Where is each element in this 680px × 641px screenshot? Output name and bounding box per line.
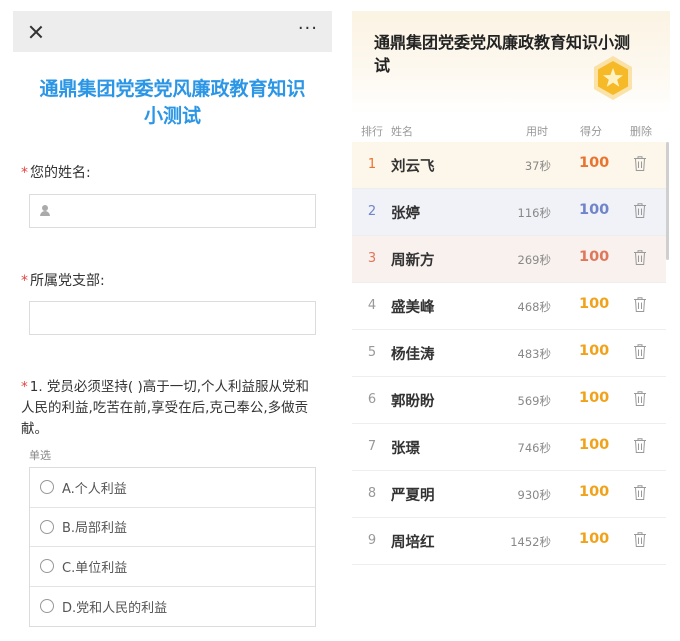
trash-icon[interactable] (633, 437, 647, 454)
row-rank: 2 (367, 204, 377, 219)
row-time: 116秒 (517, 206, 551, 220)
table-row: 8 严夏明 930秒 100 (352, 471, 666, 518)
row-rank: 9 (367, 533, 377, 548)
table-row: 9 周培红 1452秒 100 (352, 518, 666, 565)
table-row: 6 郭盼盼 569秒 100 (352, 377, 666, 424)
table-row: 3 周新方 269秒 100 (352, 236, 666, 283)
row-time: 569秒 (517, 394, 551, 408)
question-text: * 1. 党员必须坚持( )高于一切,个人利益服从党和人民的利益,吃苦在前,享受在… (21, 379, 310, 437)
medal-star-icon (594, 56, 632, 100)
row-score: 100 (579, 343, 610, 359)
table-row: 5 杨佳涛 483秒 100 (352, 330, 666, 377)
question-type-label: 单选 (29, 449, 51, 462)
row-score: 100 (579, 249, 610, 265)
col-name: 姓名 (391, 125, 413, 138)
row-score: 100 (579, 484, 610, 500)
table-row: 1 刘云飞 37秒 100 (352, 142, 666, 189)
table-header: 排行 姓名 用时 得分 删除 (352, 119, 670, 141)
option-a[interactable]: A.个人利益 (30, 468, 315, 508)
row-score: 100 (579, 202, 610, 218)
row-score: 100 (579, 531, 610, 547)
trash-icon[interactable] (633, 390, 647, 407)
row-time: 483秒 (517, 347, 551, 361)
row-time: 1452秒 (510, 535, 551, 549)
row-rank: 7 (367, 439, 377, 454)
more-icon[interactable]: ··· (298, 20, 318, 38)
row-rank: 5 (367, 345, 377, 360)
leaderboard-panel: 通鼎集团党委党风廉政教育知识小测试 排行 姓名 用时 得分 删除 1 刘云飞 3… (352, 11, 670, 641)
table-row: 4 盛美峰 468秒 100 (352, 283, 666, 330)
trash-icon[interactable] (633, 484, 647, 501)
radio-icon[interactable] (40, 559, 54, 574)
row-score: 100 (579, 390, 610, 406)
row-score: 100 (579, 437, 610, 453)
row-rank: 4 (367, 298, 377, 313)
row-rank: 3 (367, 251, 377, 266)
branch-input[interactable] (29, 301, 316, 335)
row-name: 郭盼盼 (391, 394, 435, 410)
row-name: 盛美峰 (391, 300, 435, 316)
table-row: 2 张婷 116秒 100 (352, 189, 666, 236)
scrollbar[interactable] (666, 142, 669, 260)
trash-icon[interactable] (633, 531, 647, 548)
radio-icon[interactable] (40, 519, 54, 534)
trash-icon[interactable] (633, 202, 647, 219)
name-input[interactable] (29, 194, 316, 228)
trash-icon[interactable] (633, 249, 647, 266)
row-name: 张璟 (391, 441, 420, 457)
radio-icon[interactable] (40, 480, 54, 495)
row-name: 周培红 (391, 535, 435, 551)
col-delete: 删除 (630, 125, 652, 138)
leaderboard-header: 通鼎集团党委党风廉政教育知识小测试 (352, 11, 670, 114)
name-field-label: * 您的姓名: (21, 165, 91, 181)
row-name: 张婷 (391, 206, 420, 222)
row-name: 严夏明 (391, 488, 435, 504)
trash-icon[interactable] (633, 155, 647, 172)
row-score: 100 (579, 155, 610, 171)
row-time: 269秒 (517, 253, 551, 267)
options-list: A.个人利益 B.局部利益 C.单位利益 D.党和人民的利益 (29, 467, 316, 627)
option-c[interactable]: C.单位利益 (30, 547, 315, 587)
close-icon[interactable] (27, 23, 45, 41)
row-name: 刘云飞 (391, 159, 435, 175)
row-time: 468秒 (517, 300, 551, 314)
row-rank: 1 (367, 157, 377, 172)
row-name: 周新方 (391, 253, 435, 269)
row-time: 37秒 (524, 159, 551, 173)
row-score: 100 (579, 296, 610, 312)
trash-icon[interactable] (633, 296, 647, 313)
leaderboard-rows: 1 刘云飞 37秒 100 2 张婷 116秒 100 3 周新方 269秒 1… (352, 142, 666, 565)
radio-icon[interactable] (40, 599, 54, 614)
row-time: 930秒 (517, 488, 551, 502)
required-mark: * (21, 273, 28, 289)
col-time: 用时 (526, 125, 548, 138)
required-mark: * (21, 165, 28, 181)
col-score: 得分 (580, 125, 602, 138)
row-time: 746秒 (517, 441, 551, 455)
row-rank: 6 (367, 392, 377, 407)
required-mark: * (21, 379, 28, 395)
branch-field-label: * 所属党支部: (21, 273, 105, 289)
quiz-form-panel: ··· 通鼎集团党委党风廉政教育知识小测试 * 您的姓名: * 所属党支部: * 1.… (13, 11, 332, 641)
option-b[interactable]: B.局部利益 (30, 508, 315, 547)
table-row: 7 张璟 746秒 100 (352, 424, 666, 471)
row-name: 杨佳涛 (391, 347, 435, 363)
row-rank: 8 (367, 486, 377, 501)
top-bar: ··· (13, 11, 332, 52)
col-rank: 排行 (361, 125, 383, 138)
user-icon (39, 205, 51, 217)
trash-icon[interactable] (633, 343, 647, 360)
option-d[interactable]: D.党和人民的利益 (30, 587, 315, 627)
form-title: 通鼎集团党委党风廉政教育知识小测试 (39, 78, 306, 127)
